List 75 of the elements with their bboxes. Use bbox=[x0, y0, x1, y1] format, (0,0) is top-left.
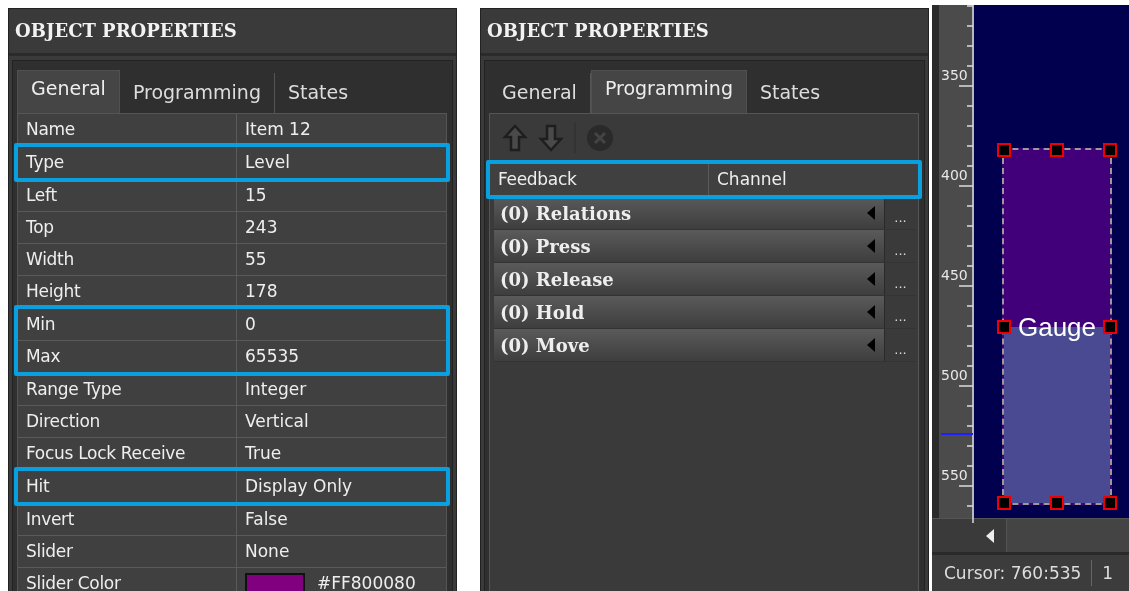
status-text: Cursor: 760:535 bbox=[944, 563, 1082, 584]
tab[interactable]: General bbox=[17, 70, 120, 113]
property-name: Range Type bbox=[18, 374, 237, 405]
event-label: (0) Relations bbox=[500, 202, 632, 224]
ruler-label: 400 bbox=[941, 167, 968, 183]
property-value[interactable]: 55 bbox=[237, 244, 446, 275]
collapse-icon[interactable] bbox=[866, 206, 876, 220]
property-name: Invert bbox=[18, 504, 237, 535]
status-text: 1 bbox=[1102, 563, 1114, 584]
ruler-label: 500 bbox=[941, 367, 968, 383]
property-value[interactable]: None bbox=[237, 536, 446, 567]
collapse-icon[interactable] bbox=[866, 305, 876, 319]
property-value[interactable]: Vertical bbox=[237, 406, 446, 437]
property-value[interactable]: 0 bbox=[237, 309, 446, 340]
resize-handle[interactable] bbox=[1103, 319, 1117, 334]
property-name: Focus Lock Receive bbox=[18, 438, 237, 469]
gauge-label: Gauge bbox=[1016, 311, 1098, 342]
property-name: Height bbox=[18, 276, 237, 307]
property-value[interactable]: 178 bbox=[237, 276, 446, 307]
property-value[interactable]: 65535 bbox=[237, 341, 446, 372]
property-value[interactable]: Level bbox=[237, 147, 446, 178]
tab[interactable]: States bbox=[274, 73, 362, 113]
property-name: Slider bbox=[18, 536, 237, 567]
left-arrow-icon bbox=[985, 528, 995, 543]
property-value[interactable]: True bbox=[237, 438, 446, 469]
resize-handle[interactable] bbox=[1050, 496, 1064, 510]
up-arrow-icon[interactable] bbox=[502, 123, 528, 153]
cursor-marker bbox=[941, 433, 973, 435]
tab[interactable]: States bbox=[746, 73, 834, 113]
resize-handle[interactable] bbox=[997, 496, 1011, 510]
event-label: (0) Hold bbox=[500, 301, 585, 323]
resize-handle[interactable] bbox=[1103, 496, 1117, 510]
event-header[interactable]: (0) Press bbox=[494, 230, 884, 262]
event-label: (0) Release bbox=[500, 268, 614, 290]
tab[interactable]: Programming bbox=[590, 70, 747, 113]
event-label: (0) Move bbox=[500, 334, 590, 356]
ruler-label: 450 bbox=[941, 267, 968, 283]
resize-handle[interactable] bbox=[1103, 143, 1117, 157]
ruler-label: 550 bbox=[941, 467, 968, 483]
property-name: Type bbox=[18, 147, 237, 178]
property-name: Slider Color bbox=[18, 568, 237, 591]
panel-title: OBJECT PROPERTIES bbox=[481, 9, 928, 56]
panel-title: OBJECT PROPERTIES bbox=[9, 9, 456, 56]
property-name: Max bbox=[18, 341, 237, 372]
property-value[interactable]: Channel bbox=[709, 164, 918, 195]
resize-handle[interactable] bbox=[997, 143, 1011, 157]
collapse-icon[interactable] bbox=[866, 272, 876, 286]
property-name: Width bbox=[18, 244, 237, 275]
property-value[interactable]: #FF800080 bbox=[237, 568, 446, 591]
property-name: Hit bbox=[18, 471, 237, 502]
event-label: (0) Press bbox=[500, 235, 591, 257]
event-header[interactable]: (0) Move bbox=[494, 329, 884, 361]
color-value: #FF800080 bbox=[317, 572, 416, 591]
property-value[interactable]: False bbox=[237, 504, 446, 535]
property-name: Direction bbox=[18, 406, 237, 437]
property-value[interactable]: Integer bbox=[237, 374, 446, 405]
property-name: Left bbox=[18, 180, 237, 211]
down-arrow-icon[interactable] bbox=[538, 123, 564, 153]
property-value[interactable]: Display Only bbox=[237, 471, 446, 502]
property-value[interactable]: 243 bbox=[237, 212, 446, 243]
event-header[interactable]: (0) Release bbox=[494, 263, 884, 295]
event-header[interactable]: (0) Hold bbox=[494, 296, 884, 328]
property-value[interactable]: 15 bbox=[237, 180, 446, 211]
collapse-icon[interactable] bbox=[866, 338, 876, 352]
property-name: Name bbox=[18, 114, 237, 145]
property-name: Min bbox=[18, 309, 237, 340]
resize-handle[interactable] bbox=[1050, 143, 1064, 157]
delete-icon[interactable] bbox=[586, 124, 614, 152]
ruler-label: 350 bbox=[941, 67, 968, 83]
property-value[interactable]: Item 12 bbox=[237, 114, 446, 145]
property-name: Feedback bbox=[490, 164, 709, 195]
event-header[interactable]: (0) Relations bbox=[494, 197, 884, 229]
property-name: Top bbox=[18, 212, 237, 243]
collapse-icon[interactable] bbox=[866, 239, 876, 253]
resize-handle[interactable] bbox=[997, 319, 1011, 334]
